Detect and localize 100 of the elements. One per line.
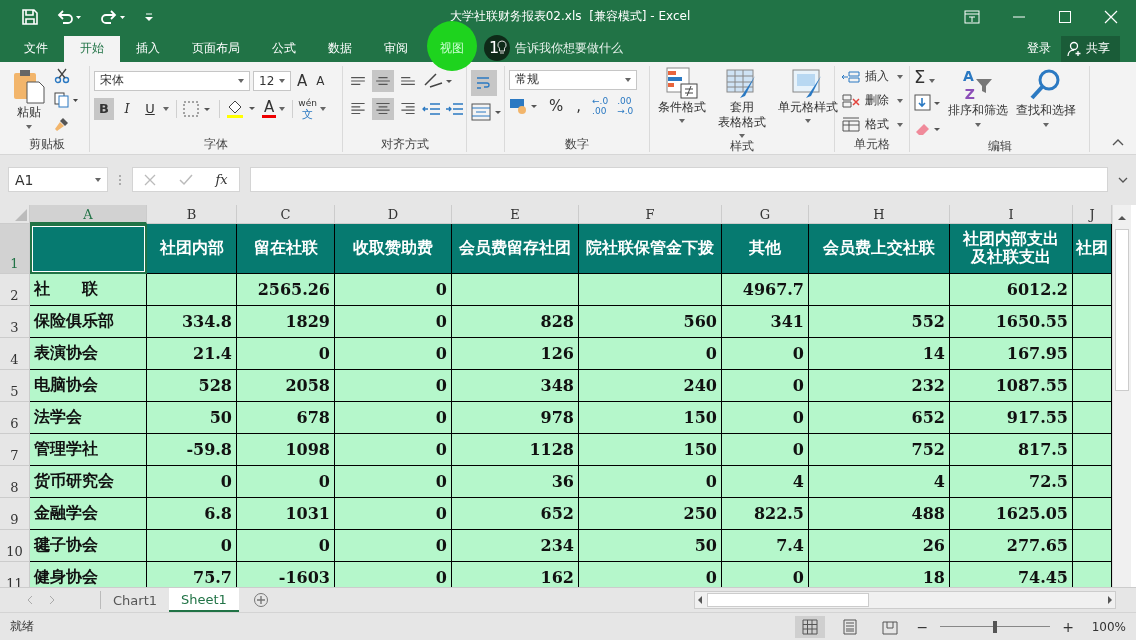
sort-filter-button[interactable]: A Z 排序和筛选 (946, 65, 1010, 129)
ribbon-tab[interactable]: 开始 (64, 35, 120, 62)
font-style-button[interactable]: U (140, 97, 160, 120)
insert-function-button[interactable]: fx (215, 172, 228, 188)
phonetic-button[interactable]: wén 文 (298, 97, 317, 120)
column-header[interactable]: B (147, 204, 237, 224)
ribbon-tab[interactable]: 审阅 (368, 35, 424, 62)
row-header[interactable]: 6 (0, 401, 30, 434)
row-header[interactable]: 4 (0, 337, 30, 370)
redo-icon[interactable] (100, 8, 126, 25)
cut-icon[interactable] (54, 67, 70, 84)
increase-indent-icon[interactable] (445, 100, 465, 117)
vertical-scrollbar[interactable] (1112, 204, 1131, 588)
ribbon-tab[interactable]: 文件 (8, 35, 64, 62)
table-cell: 货币研究会 (30, 465, 147, 498)
tell-me-field[interactable]: 告诉我你想要做什么 (513, 33, 677, 62)
cells-button[interactable]: 格式 (839, 113, 905, 136)
row-header[interactable]: 10 (0, 529, 30, 562)
fill-down-icon[interactable] (914, 93, 942, 112)
wrap-text-button[interactable] (471, 69, 497, 96)
expand-icon[interactable] (1118, 175, 1128, 184)
table-cell: 36 (452, 465, 579, 498)
row-header[interactable]: 11 (0, 561, 30, 588)
group-label: 字体 (203, 135, 229, 152)
close-icon[interactable] (1104, 9, 1118, 24)
horizontal-scrollbar[interactable] (694, 591, 1116, 610)
find-select-button[interactable]: 查找和选择 (1014, 65, 1078, 129)
align-button[interactable] (372, 97, 394, 120)
share-button[interactable]: 共享 (1061, 35, 1120, 62)
undo-icon[interactable] (56, 8, 82, 25)
formula-input[interactable] (250, 167, 1108, 193)
sign-in-link[interactable]: 登录 (1017, 35, 1061, 62)
row-header[interactable]: 9 (0, 497, 30, 530)
sheet-tab[interactable]: Sheet1 (169, 588, 239, 613)
style-button[interactable]: 条件格式 (654, 65, 710, 123)
maximize-icon[interactable] (1058, 9, 1072, 24)
decrease-indent-icon[interactable] (422, 100, 442, 117)
font-style-button[interactable]: B (94, 97, 114, 120)
ribbon-tab[interactable]: 公式 (256, 35, 312, 62)
table-cell: 0 (579, 465, 722, 498)
align-button[interactable] (372, 69, 394, 92)
zoom-in-button[interactable]: + (1060, 618, 1076, 635)
font-color-button[interactable]: A (262, 99, 277, 119)
column-header[interactable]: H (809, 204, 950, 224)
shrink-font-button[interactable]: A (313, 69, 328, 92)
grow-font-button[interactable]: A (294, 69, 311, 92)
align-bottom-icon (401, 76, 415, 85)
ribbon-tab[interactable]: 插入 (120, 35, 176, 62)
format-painter-icon[interactable] (54, 115, 70, 132)
column-header[interactable]: C (237, 204, 335, 224)
style-button[interactable]: 套用 表格格式 (714, 65, 770, 138)
font-name-dropdown[interactable]: 宋体 (94, 70, 250, 91)
column-header[interactable]: E (452, 204, 579, 224)
column-header[interactable]: I (950, 204, 1073, 224)
name-box[interactable]: A1 (8, 167, 108, 193)
ribbon-tab[interactable]: 页面布局 (176, 35, 256, 62)
add-sheet-icon[interactable] (252, 592, 269, 609)
row-header[interactable]: 2 (0, 273, 30, 306)
number-format-dropdown[interactable]: 常规 (509, 69, 637, 90)
table-cell: 2058 (237, 369, 335, 402)
column-header[interactable]: D (335, 204, 452, 224)
row-header[interactable]: 1 (0, 223, 30, 274)
zoom-level[interactable]: 100% (1086, 619, 1126, 634)
conditional-format-icon (665, 65, 699, 100)
decrease-decimal-button[interactable]: .00 →.0 (614, 95, 637, 116)
column-header[interactable]: A (30, 204, 147, 224)
table-cell: 150 (579, 401, 722, 434)
cells-button[interactable]: 插入 (839, 65, 905, 88)
copy-icon[interactable] (54, 91, 80, 108)
autosum-button[interactable]: Σ (914, 67, 942, 86)
view-button[interactable] (794, 615, 825, 638)
scroll-right-icon[interactable] (1105, 594, 1115, 607)
table-cell: 341 (722, 305, 809, 338)
scroll-thumb[interactable] (707, 593, 869, 608)
increase-decimal-button[interactable]: ←.0 .00 (589, 95, 612, 116)
cells-button[interactable]: 删除 (839, 89, 905, 112)
style-button[interactable]: 单元格样式 (774, 65, 842, 123)
font-style-button[interactable]: I (117, 97, 137, 120)
merge-cells-icon[interactable] (471, 101, 503, 122)
row-header[interactable]: 5 (0, 369, 30, 402)
percent-button[interactable]: % (544, 96, 569, 115)
zoom-out-button[interactable]: − (914, 618, 931, 635)
collapse-ribbon-icon[interactable] (1112, 137, 1124, 146)
row-header[interactable]: 8 (0, 465, 30, 498)
orientation-icon[interactable] (422, 70, 454, 91)
ribbon-tab[interactable]: 数据 (312, 35, 368, 62)
customize-icon[interactable] (144, 10, 154, 23)
scroll-thumb[interactable] (1115, 228, 1129, 391)
paste-button[interactable]: 粘贴 (8, 65, 50, 131)
comma-button[interactable]: , (571, 96, 587, 115)
row-header[interactable]: 7 (0, 433, 30, 466)
row-header[interactable]: 3 (0, 305, 30, 338)
column-header[interactable]: F (579, 204, 722, 224)
save-icon[interactable] (22, 8, 38, 25)
font-size-dropdown[interactable]: 12 (253, 70, 291, 91)
ribbon-options-icon[interactable] (964, 9, 980, 24)
table-cell: 社团内部支出及社联支出 (950, 223, 1073, 274)
column-header[interactable]: J (1073, 204, 1112, 224)
sheet-tab[interactable]: Chart1 (101, 588, 169, 613)
column-header[interactable]: G (722, 204, 809, 224)
